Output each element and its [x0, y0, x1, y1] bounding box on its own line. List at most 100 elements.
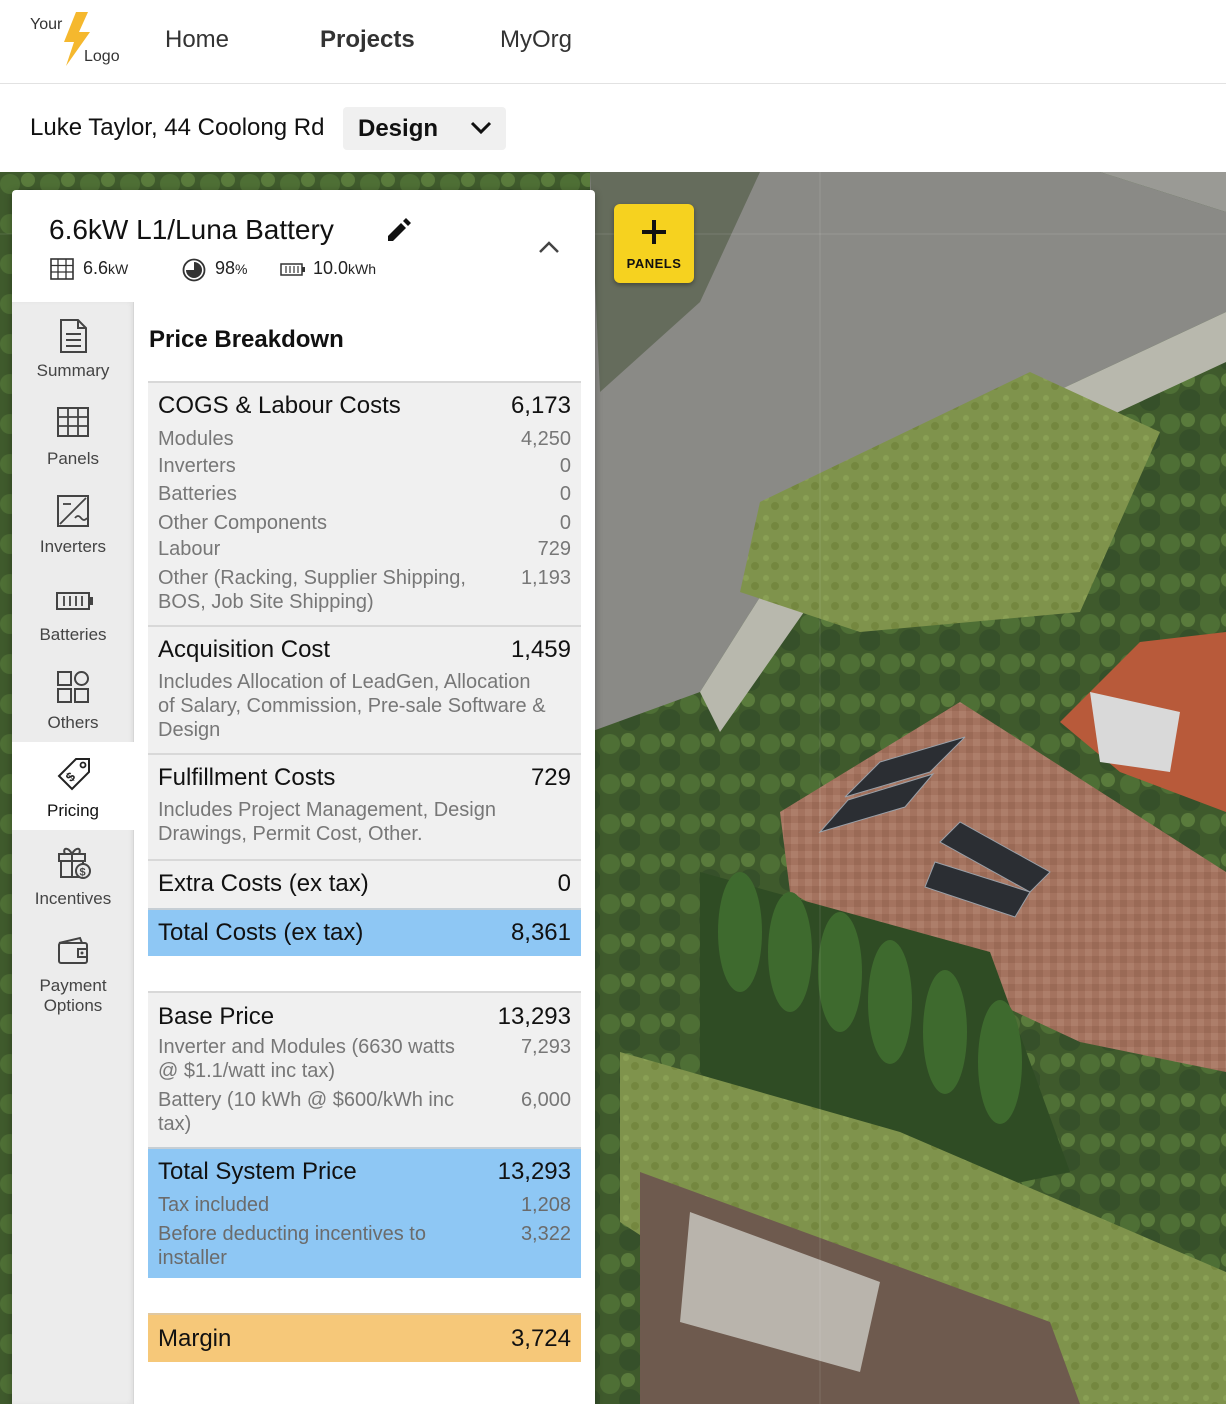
extra-costs-label: Extra Costs (ex tax) [158, 870, 369, 897]
inverter-icon [57, 495, 89, 527]
description-line: Includes Project Management, Design [158, 799, 496, 821]
project-name: Luke Taylor, 44 Coolong Rd [30, 114, 325, 141]
line-item-label: Tax included [158, 1194, 270, 1216]
line-item-value: 1,193 [520, 567, 571, 589]
description-line: Includes Allocation of LeadGen, Allocati… [158, 671, 531, 693]
stat-offset-unit: % [235, 261, 248, 277]
line-item-label-continued: BOS, Job Site Shipping) [158, 591, 374, 613]
tab-batteries-label: Batteries [39, 625, 107, 644]
tab-pricing[interactable]: $ Pricing [12, 742, 134, 830]
nav-myorg[interactable]: MyOrg [500, 26, 572, 54]
line-item-label-continued: tax) [158, 1113, 192, 1135]
base-price-section: Base Price 13,293 Inverter and Modules (… [148, 991, 581, 1147]
margin-section: Margin 3,724 [148, 1313, 581, 1362]
line-item-value: 0 [559, 512, 571, 534]
total-system-price-value: 13,293 [497, 1158, 571, 1185]
mode-dropdown-value: Design [358, 115, 439, 142]
line-item-label: Batteries [158, 483, 237, 505]
total-costs-section: Total Costs (ex tax) 8,361 [148, 908, 581, 956]
acquisition-label: Acquisition Cost [158, 636, 331, 663]
line-item-label: Other (Racking, Supplier Shipping, [158, 567, 466, 589]
add-panels-button[interactable]: PANELS [614, 204, 694, 283]
acquisition-cost-section: Acquisition Cost 1,459 Includes Allocati… [148, 625, 581, 753]
line-item-value: 0 [559, 483, 571, 505]
logo-text-bottom: Logo [84, 48, 120, 65]
total-system-price-section: Total System Price 13,293 Tax included 1… [148, 1147, 581, 1278]
tab-incentives[interactable]: $ Incentives [12, 830, 134, 918]
top-navigation: Your Logo Home Projects MyOrg [0, 0, 1226, 84]
tab-payment-options-label: Payment Options [39, 976, 107, 1015]
tab-inverters-label: Inverters [39, 537, 107, 556]
offset-pie-icon [182, 258, 206, 282]
nav-home[interactable]: Home [165, 26, 229, 54]
line-item-label: Inverter and Modules (6630 watts [158, 1036, 455, 1058]
tab-summary-label: Summary [36, 361, 110, 380]
line-item-label: Battery (10 kWh @ $600/kWh inc [158, 1089, 454, 1111]
incentives-to-installer-row: Before deducting incentives to installer… [158, 1222, 571, 1270]
description-line: Drawings, Permit Cost, Other. [158, 823, 423, 845]
stat-battery-value: 10.0 [313, 258, 349, 278]
line-item-label: Other Components [158, 512, 327, 534]
nav-projects[interactable]: Projects [320, 26, 415, 54]
tab-incentives-label: Incentives [34, 889, 112, 908]
tab-panels[interactable]: Panels [12, 390, 134, 478]
line-item-label: Modules [158, 428, 234, 450]
line-item-value: 7,293 [520, 1036, 571, 1058]
cogs-value: 6,173 [510, 392, 571, 419]
logo[interactable]: Your Logo [30, 12, 125, 72]
extra-costs-value: 0 [557, 870, 571, 897]
panel-grid-icon [57, 407, 89, 437]
project-header: Luke Taylor, 44 Coolong Rd [0, 84, 1226, 172]
document-icon [60, 319, 87, 353]
line-item-value: 3,322 [520, 1223, 571, 1245]
price-breakdown-title: Price Breakdown [149, 326, 344, 353]
line-item-label: Inverters [158, 455, 236, 477]
line-item-value: 1,208 [520, 1194, 571, 1216]
design-side-panel: 6.6kW L1/Luna Battery 6.6kW 98% 10.0kWh … [12, 190, 595, 1404]
tab-others[interactable]: Others [12, 654, 134, 742]
description-line: of Salary, Commission, Pre-sale Software… [158, 695, 546, 717]
stat-system-size-value: 6.6 [83, 258, 109, 278]
total-costs-label: Total Costs (ex tax) [158, 919, 364, 946]
wallet-icon [58, 936, 88, 964]
line-item-value: 729 [537, 538, 571, 560]
battery-icon [56, 592, 93, 610]
svg-text:$: $ [80, 867, 86, 879]
cogs-labour-costs-section: COGS & Labour Costs 6,173 Modules 4,250 … [148, 381, 581, 625]
base-price-inverter-modules-row: Inverter and Modules (6630 watts @ $1.1/… [158, 1035, 571, 1083]
base-price-battery-row: Battery (10 kWh @ $600/kWh inc tax) 6,00… [158, 1088, 571, 1136]
description-line: Design [158, 719, 221, 741]
line-item-value: 0 [559, 455, 571, 477]
chevron-down-icon [470, 121, 492, 135]
fulfillment-costs-section: Fulfillment Costs 729 Includes Project M… [148, 753, 581, 859]
mode-dropdown[interactable]: Design [343, 107, 506, 150]
total-costs-value: 8,361 [510, 919, 571, 946]
margin-label: Margin [158, 1325, 232, 1352]
collapse-chevron-icon[interactable] [538, 240, 560, 254]
line-item-label: Before deducting incentives to [158, 1223, 426, 1245]
battery-icon [280, 263, 305, 276]
line-item-label: Labour [158, 538, 221, 560]
plus-icon [642, 220, 666, 244]
stat-offset-value: 98 [215, 258, 236, 278]
tab-payment-options[interactable]: Payment Options [12, 918, 134, 1028]
tab-panels-label: Panels [47, 449, 99, 468]
tab-inverters[interactable]: Inverters [12, 478, 134, 566]
design-tabs: Summary Panels Inverters Batteries Other… [12, 302, 134, 1404]
margin-value: 3,724 [510, 1325, 571, 1352]
extra-costs-section: Extra Costs (ex tax) 0 [148, 859, 581, 908]
acquisition-value: 1,459 [510, 636, 571, 663]
tab-pricing-label: Pricing [47, 801, 99, 820]
base-price-value: 13,293 [497, 1003, 571, 1030]
price-tag-icon: $ [57, 758, 90, 791]
line-item-label-continued: installer [158, 1247, 227, 1269]
edit-pencil-icon[interactable] [384, 216, 412, 244]
add-panels-label: PANELS [626, 256, 682, 271]
base-price-label: Base Price [158, 1003, 275, 1030]
panel-grid-icon [50, 258, 74, 280]
stat-system-size-unit: kW [108, 261, 129, 277]
tab-batteries[interactable]: Batteries [12, 566, 134, 654]
others-shapes-icon [57, 671, 89, 703]
line-item-label-continued: @ $1.1/watt inc tax) [158, 1060, 336, 1082]
tab-summary[interactable]: Summary [12, 302, 134, 390]
